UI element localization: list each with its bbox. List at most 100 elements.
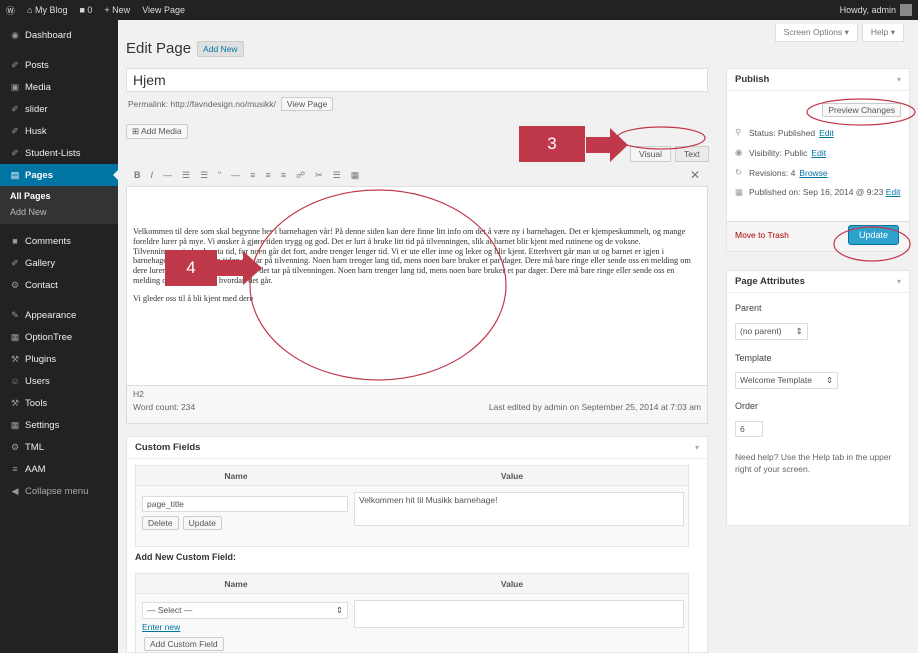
content-editor[interactable]: Velkommen til dere som skal begynne her … — [126, 186, 708, 386]
sidebar-item-student-lists[interactable]: ✐ Student-Lists — [0, 142, 118, 164]
bullet-list-icon[interactable]: ☰ — [182, 170, 190, 181]
wordpress-logo-icon[interactable]: Ⓦ — [0, 0, 21, 20]
sidebar-item-settings[interactable]: ▦ Settings — [0, 414, 118, 436]
brush-icon: ✎ — [11, 309, 19, 320]
distraction-free-close-icon[interactable]: ✕ — [690, 168, 700, 182]
read-more-icon[interactable]: ☰ — [333, 170, 341, 181]
edit-date-link[interactable]: Edit — [886, 187, 901, 197]
bold-icon[interactable]: B — [134, 170, 141, 180]
sidebar-item-appearance[interactable]: ✎ Appearance — [0, 304, 118, 326]
annotation-callout-3: 3 — [519, 126, 585, 162]
howdy-account-menu[interactable]: Howdy, admin — [834, 0, 918, 20]
collapse-icon: ◀ — [11, 485, 19, 496]
page-attributes-title: Page Attributes — [735, 276, 805, 287]
blockquote-icon[interactable]: “ — [218, 170, 221, 180]
screen-meta-tabs: Screen Options ▾ Help ▾ — [774, 24, 904, 42]
enter-new-link[interactable]: Enter new — [142, 622, 180, 632]
sidebar-item-label: Contact — [25, 279, 58, 291]
comments-link[interactable]: ■ 0 — [73, 0, 98, 20]
view-page-button[interactable]: View Page — [280, 97, 334, 111]
order-label: Order — [735, 401, 759, 411]
add-media-button[interactable]: ⊞ Add Media — [126, 124, 188, 139]
custom-fields-header[interactable]: Custom Fields ▾ — [127, 437, 707, 459]
sidebar-item-aam[interactable]: ≡ AAM — [0, 458, 118, 480]
sidebar-item-pages[interactable]: ▤ Pages — [0, 164, 118, 186]
sidebar-item-contact[interactable]: ⚙ Contact — [0, 274, 118, 296]
user-icon: ☺ — [10, 376, 20, 386]
insert-link-icon[interactable]: ☍ — [296, 170, 305, 181]
sidebar-item-media[interactable]: ▣ Media — [0, 76, 118, 98]
add-custom-field-button[interactable]: Add Custom Field — [144, 637, 224, 651]
horizontal-line-icon[interactable]: — — [231, 170, 240, 180]
permalink-text: Permalink: http://favndesign.no/musikk/ — [128, 99, 276, 109]
sidebar-item-comments[interactable]: ■ Comments — [0, 230, 118, 252]
toggle-arrow-icon[interactable]: ▾ — [897, 75, 901, 84]
preview-changes-button[interactable]: Preview Changes — [822, 103, 901, 117]
screen-options-button[interactable]: Screen Options ▾ — [774, 24, 858, 42]
italic-icon[interactable]: I — [151, 170, 154, 180]
view-page-link[interactable]: View Page — [136, 0, 191, 20]
add-new-button[interactable]: Add New — [197, 40, 244, 57]
toolbar-toggle-icon[interactable]: ▦ — [351, 170, 360, 181]
post-title-input[interactable]: Hjem — [126, 68, 708, 92]
site-name-link[interactable]: ⌂ My Blog — [21, 0, 73, 20]
sidebar-item-gallery[interactable]: ✐ Gallery — [0, 252, 118, 274]
parent-select[interactable]: (no parent) ⇕ — [735, 323, 808, 340]
custom-field-key-select[interactable]: — Select — ⇕ — [142, 602, 348, 619]
select-value: Welcome Template — [740, 375, 812, 385]
browse-revisions-link[interactable]: Browse — [799, 168, 827, 178]
edit-visibility-link[interactable]: Edit — [811, 148, 826, 158]
sidebar-item-dashboard[interactable]: ◉ Dashboard — [0, 24, 118, 46]
strikethrough-icon[interactable]: — — [163, 170, 172, 180]
delete-field-button[interactable]: Delete — [142, 516, 179, 530]
order-input[interactable]: 6 — [735, 421, 763, 437]
permalink-row: Permalink: http://favndesign.no/musikk/ … — [128, 97, 334, 111]
update-button[interactable]: Update — [847, 225, 899, 245]
submenu-all-pages[interactable]: All Pages — [0, 188, 118, 204]
sidebar-item-husk[interactable]: ✐ Husk — [0, 120, 118, 142]
sidebar-item-plugins[interactable]: ⚒ Plugins — [0, 348, 118, 370]
remove-link-icon[interactable]: ✂ — [315, 170, 323, 181]
sidebar-item-label: Collapse menu — [25, 485, 89, 497]
publish-header[interactable]: Publish ▾ — [727, 69, 909, 91]
sidebar-item-tools[interactable]: ⚒ Tools — [0, 392, 118, 414]
submenu-add-new[interactable]: Add New — [0, 204, 118, 220]
content-paragraph: Velkommen til dere som skal begynne her … — [133, 227, 691, 285]
toggle-arrow-icon[interactable]: ▾ — [695, 443, 699, 452]
sidebar-item-slider[interactable]: ✐ slider — [0, 98, 118, 120]
new-content-link[interactable]: + New — [98, 0, 136, 20]
align-right-icon[interactable]: ≡ — [281, 170, 286, 180]
custom-field-value-textarea[interactable]: Velkommen hit til Musikk barnehage! — [354, 492, 684, 526]
template-select[interactable]: Welcome Template ⇕ — [735, 372, 839, 389]
align-left-icon[interactable]: ≡ — [250, 170, 255, 180]
tab-visual[interactable]: Visual — [630, 146, 671, 162]
pin-icon: ✐ — [11, 103, 19, 114]
align-center-icon[interactable]: ≡ — [265, 170, 270, 180]
template-label: Template — [735, 353, 772, 363]
custom-field-name-input[interactable]: page_title — [142, 496, 348, 512]
tab-text[interactable]: Text — [675, 146, 709, 162]
revisions-text: Revisions: 4 — [749, 167, 796, 178]
move-to-trash-link[interactable]: Move to Trash — [735, 230, 789, 240]
help-button[interactable]: Help ▾ — [861, 24, 904, 42]
sidebar-item-users[interactable]: ☺ Users — [0, 370, 118, 392]
gear-icon: ⚙ — [10, 279, 20, 290]
sidebar-item-label: Posts — [25, 59, 49, 71]
sidebar-item-tml[interactable]: ⚙ TML — [0, 436, 118, 458]
sidebar-item-posts[interactable]: ✐ Posts — [0, 54, 118, 76]
published-on-text: Published on: Sep 16, 2014 @ 9:23 — [749, 187, 884, 197]
toggle-arrow-icon[interactable]: ▾ — [897, 277, 901, 286]
edit-status-link[interactable]: Edit — [819, 128, 834, 138]
numbered-list-icon[interactable]: ☰ — [200, 170, 208, 181]
page-attributes-header[interactable]: Page Attributes ▾ — [727, 271, 909, 293]
update-field-button[interactable]: Update — [182, 516, 222, 530]
main-content: Screen Options ▾ Help ▾ Edit Page Add Ne… — [118, 20, 918, 653]
column-header-name: Name — [224, 578, 248, 589]
posts-icon: ✐ — [11, 59, 19, 70]
new-custom-field-value-textarea[interactable] — [354, 600, 684, 628]
custom-fields-table: Name Value page_title Velkommen hit til … — [135, 465, 689, 547]
collapse-menu-button[interactable]: ◀ Collapse menu — [0, 480, 118, 502]
eye-icon: ◉ — [735, 147, 743, 157]
sidebar-item-optiontree[interactable]: ▦ OptionTree — [0, 326, 118, 348]
new-custom-field-table: Name Value — Select — ⇕ Enter new Add Cu… — [135, 573, 689, 653]
